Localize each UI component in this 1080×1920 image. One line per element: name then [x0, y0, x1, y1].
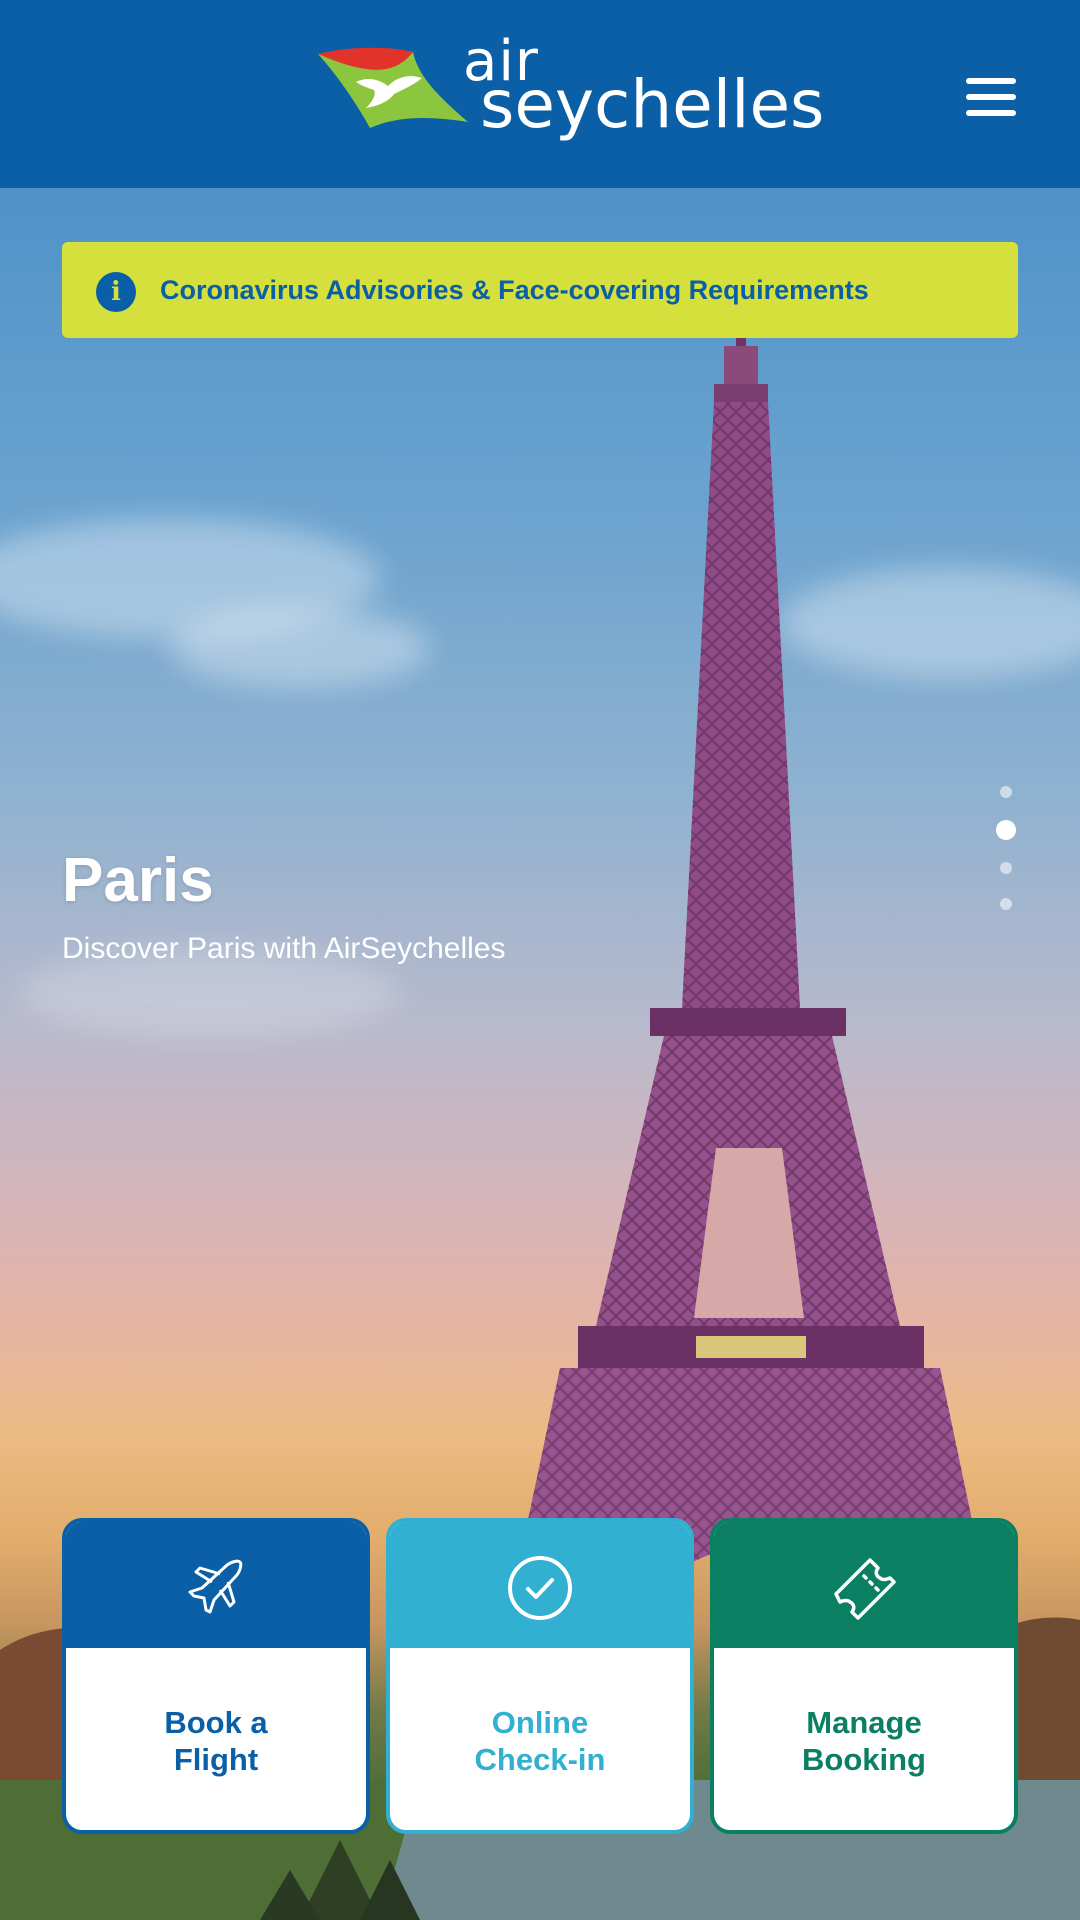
pager-dot-3[interactable]: [1000, 862, 1012, 874]
book-flight-button[interactable]: Book a Flight: [62, 1518, 370, 1834]
manage-booking-button[interactable]: Manage Booking: [710, 1518, 1018, 1834]
manage-booking-label-line1: Manage: [806, 1705, 922, 1740]
online-checkin-button[interactable]: Online Check-in: [386, 1518, 694, 1834]
online-checkin-label-line2: Check-in: [474, 1742, 606, 1777]
pager-dot-4[interactable]: [1000, 898, 1012, 910]
slide-subtitle: Discover Paris with AirSeychelles: [62, 932, 506, 965]
check-circle-icon: [508, 1556, 572, 1620]
logo-text-seychelles: seychelles: [480, 66, 825, 143]
manage-booking-label-line2: Booking: [802, 1742, 926, 1777]
info-icon: i: [96, 272, 136, 312]
logo-bird-icon: [318, 47, 468, 128]
carousel-pager: [994, 786, 1018, 916]
hamburger-menu-icon[interactable]: [960, 72, 1020, 122]
book-flight-label-line2: Flight: [173, 1742, 259, 1777]
airplane-icon: [188, 1559, 243, 1614]
slide-title: Paris: [62, 846, 214, 915]
book-flight-label-line1: Book a: [164, 1705, 268, 1740]
online-checkin-label-line1: Online: [491, 1705, 589, 1740]
top-header: air seychelles: [0, 0, 1080, 188]
air-seychelles-logo[interactable]: air seychelles: [318, 34, 824, 150]
advisory-text: Coronavirus Advisories & Face-covering R…: [160, 275, 869, 305]
pager-dot-1[interactable]: [1000, 786, 1012, 798]
coronavirus-advisory-banner[interactable]: i Coronavirus Advisories & Face-covering…: [62, 242, 1018, 338]
ticket-icon: [834, 1558, 896, 1620]
pager-dot-2[interactable]: [996, 820, 1016, 840]
